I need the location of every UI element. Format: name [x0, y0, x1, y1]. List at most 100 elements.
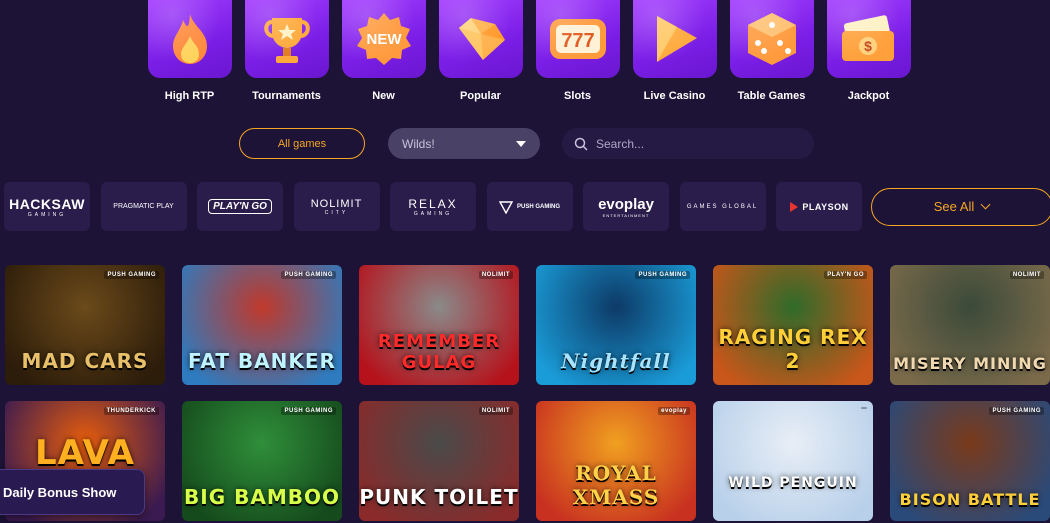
provider-name: NOLIMIT	[310, 197, 363, 210]
category-slots[interactable]: 777 Slots	[529, 0, 626, 102]
category-tile	[632, 0, 717, 78]
provider-games-global[interactable]: GAMES GLOBAL	[679, 182, 766, 231]
category-label: Slots	[564, 90, 591, 102]
game-tile[interactable]: NOLIMIT PUNK TOILET	[359, 401, 519, 521]
game-tile[interactable]: PUSH GAMING BISON BATTLE	[890, 401, 1050, 521]
play-icon	[656, 16, 697, 62]
game-tile[interactable]: PUSH GAMING BIG BAMBOO	[182, 401, 342, 521]
game-tile[interactable]: NOLIMIT REMEMBER GULAG	[359, 265, 519, 385]
shield-icon	[498, 200, 513, 214]
category-label: Table Games	[737, 90, 806, 102]
game-provider: evoplay	[658, 407, 690, 415]
category-label: Jackpot	[847, 90, 890, 102]
game-tile[interactable]: PUSH GAMING Nightfall	[536, 265, 696, 385]
category-tile	[438, 0, 523, 78]
game-title: BISON BATTLE	[899, 490, 1041, 509]
category-label: High RTP	[164, 90, 215, 102]
game-tile[interactable]: WILD PENGUIN	[713, 401, 873, 521]
game-title: RAGING REX 2	[718, 325, 868, 373]
trophy-icon	[263, 18, 310, 63]
game-title: WILD PENGUIN	[728, 475, 858, 491]
dice-icon	[747, 13, 796, 65]
game-provider: PUSH GAMING	[281, 271, 336, 279]
money-envelope-icon: $	[841, 15, 894, 61]
gem-icon	[458, 18, 505, 60]
category-new[interactable]: NEW New	[335, 0, 432, 102]
category-popular[interactable]: Popular	[432, 0, 529, 102]
new-badge-text: NEW	[366, 31, 402, 48]
game-title: PUNK TOILET	[359, 485, 519, 509]
provider-pragmatic[interactable]: PRAGMATIC PLAY	[100, 182, 187, 231]
provider-sub: CITY	[324, 209, 349, 216]
category-tile: NEW	[341, 0, 426, 78]
provider-playson[interactable]: PLAYSON	[776, 182, 862, 231]
provider-name: PUSH GAMING	[516, 203, 560, 210]
category-live-casino[interactable]: Live Casino	[626, 0, 723, 102]
game-provider: PUSH GAMING	[104, 271, 159, 279]
daily-bonus-button[interactable]: Daily Bonus Show	[0, 469, 145, 515]
category-high-rtp[interactable]: High RTP	[141, 0, 238, 102]
provider-sub: ENTERTAINMENT	[602, 212, 650, 218]
category-jackpot[interactable]: $ Jackpot	[820, 0, 917, 102]
game-provider	[861, 407, 867, 409]
provider-evoplay[interactable]: evoplay ENTERTAINMENT	[583, 182, 669, 231]
category-tournaments[interactable]: Tournaments	[238, 0, 335, 102]
category-tile: 777	[535, 0, 620, 78]
game-tile[interactable]: PLAY'N GO RAGING REX 2	[713, 265, 873, 385]
search-input[interactable]	[596, 136, 796, 151]
game-provider: THUNDERKICK	[103, 407, 159, 415]
fire-icon	[172, 14, 207, 64]
category-tile	[729, 0, 814, 78]
game-tile[interactable]: PUSH GAMING FAT BANKER	[182, 265, 342, 385]
provider-name: PRAGMATIC PLAY	[113, 203, 174, 210]
provider-playngo[interactable]: PLAY'N GO	[197, 182, 283, 231]
category-tile: $	[826, 0, 911, 78]
provider-hacksaw[interactable]: HACKSAW GAMING	[4, 182, 90, 231]
game-provider: NOLIMIT	[478, 271, 513, 279]
play-icon	[790, 201, 799, 212]
game-title: ROYAL XMASS	[572, 461, 660, 509]
provider-nolimit[interactable]: NOLIMIT CITY	[293, 182, 380, 231]
category-label: New	[372, 90, 395, 102]
provider-name: PLAYSON	[802, 201, 849, 212]
daily-bonus-label: Daily Bonus Show	[3, 484, 117, 500]
category-table-games[interactable]: Table Games	[723, 0, 820, 102]
game-title: MAD CARS	[21, 349, 149, 373]
category-tile	[244, 0, 329, 78]
search-box[interactable]	[562, 128, 814, 159]
game-tile[interactable]: NOLIMIT MISERY MINING	[890, 265, 1050, 385]
category-label: Live Casino	[643, 90, 706, 102]
game-tile[interactable]: evoplay ROYAL XMASS	[536, 401, 696, 521]
see-all-button[interactable]: See All	[870, 187, 1050, 226]
game-title: LAVA	[35, 433, 135, 473]
all-games-button[interactable]: All games	[239, 128, 365, 159]
game-type-select[interactable]: Wilds!	[388, 128, 540, 159]
provider-sub: GAMING	[413, 210, 453, 217]
new-badge-icon: NEW	[356, 13, 411, 65]
category-label: Tournaments	[252, 90, 321, 102]
category-tile	[147, 0, 232, 78]
chevron-down-icon	[980, 199, 991, 210]
provider-name: GAMES GLOBAL	[686, 203, 759, 210]
slot-machine-text: 777	[561, 30, 594, 52]
provider-sub: GAMING	[27, 211, 67, 218]
game-tile[interactable]: PUSH GAMING MAD CARS	[5, 265, 165, 385]
filter-bar: All games Wilds!	[239, 128, 814, 159]
game-title: Nightfall	[561, 349, 671, 373]
provider-name: evoplay	[598, 195, 654, 213]
money-envelope-text: $	[864, 38, 872, 54]
provider-name: PLAY'N GO	[208, 199, 272, 214]
provider-push-gaming[interactable]: PUSH GAMING	[486, 182, 573, 231]
game-title: FAT BANKER	[188, 349, 336, 373]
search-icon	[574, 137, 588, 151]
see-all-label: See All	[933, 199, 975, 214]
game-provider: NOLIMIT	[478, 407, 513, 415]
provider-bar: HACKSAW GAMING PRAGMATIC PLAY PLAY'N GO …	[4, 182, 1050, 231]
chevron-down-icon	[516, 140, 526, 147]
game-provider: PLAY'N GO	[824, 271, 867, 279]
provider-relax[interactable]: RELAX GAMING	[390, 182, 476, 231]
game-provider: PUSH GAMING	[989, 407, 1044, 415]
category-bar: High RTP Tournaments NEW New Popular 777…	[141, 0, 917, 102]
game-provider: PUSH GAMING	[635, 271, 690, 279]
select-value: Wilds!	[402, 136, 435, 151]
